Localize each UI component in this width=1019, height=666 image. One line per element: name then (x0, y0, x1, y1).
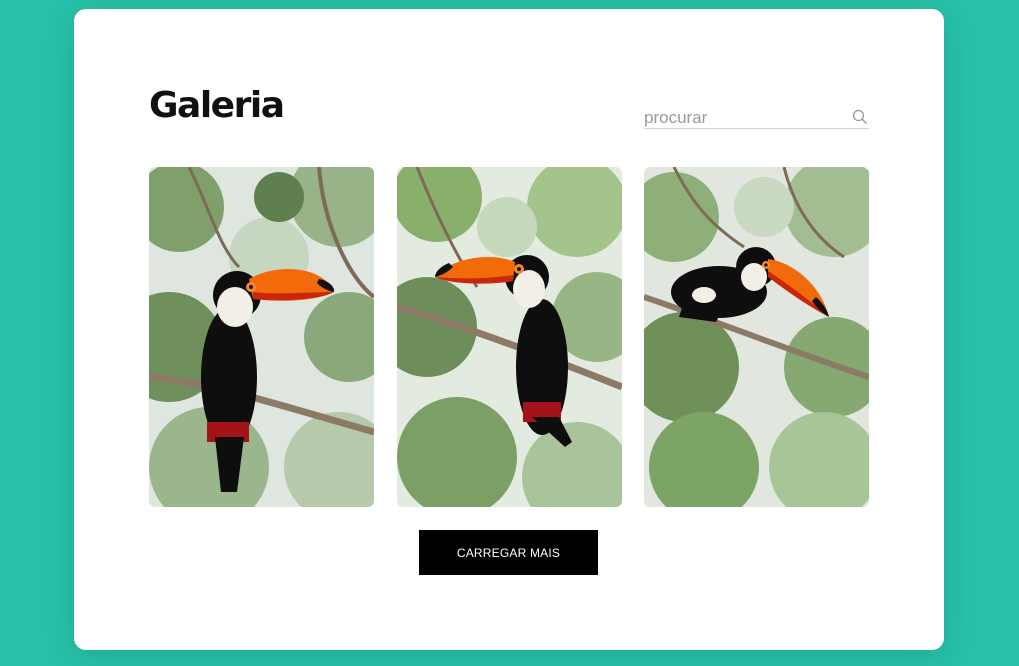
photo-gallery (149, 167, 869, 507)
toucan-photo-image (644, 167, 869, 507)
gallery-photo-3[interactable] (644, 167, 869, 507)
toucan-photo-image (149, 167, 374, 507)
toucan-photo-image (396, 167, 622, 507)
gallery-photo-2[interactable] (396, 167, 622, 507)
gallery-card: Galeria procurar CARREGAR MAIS (74, 9, 944, 650)
search-bar (644, 107, 869, 129)
page-title: Galeria (149, 85, 285, 126)
load-more-button[interactable]: CARREGAR MAIS (419, 530, 598, 575)
search-input[interactable] (644, 107, 839, 128)
gallery-photo-1[interactable] (149, 167, 374, 507)
search-icon[interactable] (852, 109, 868, 125)
